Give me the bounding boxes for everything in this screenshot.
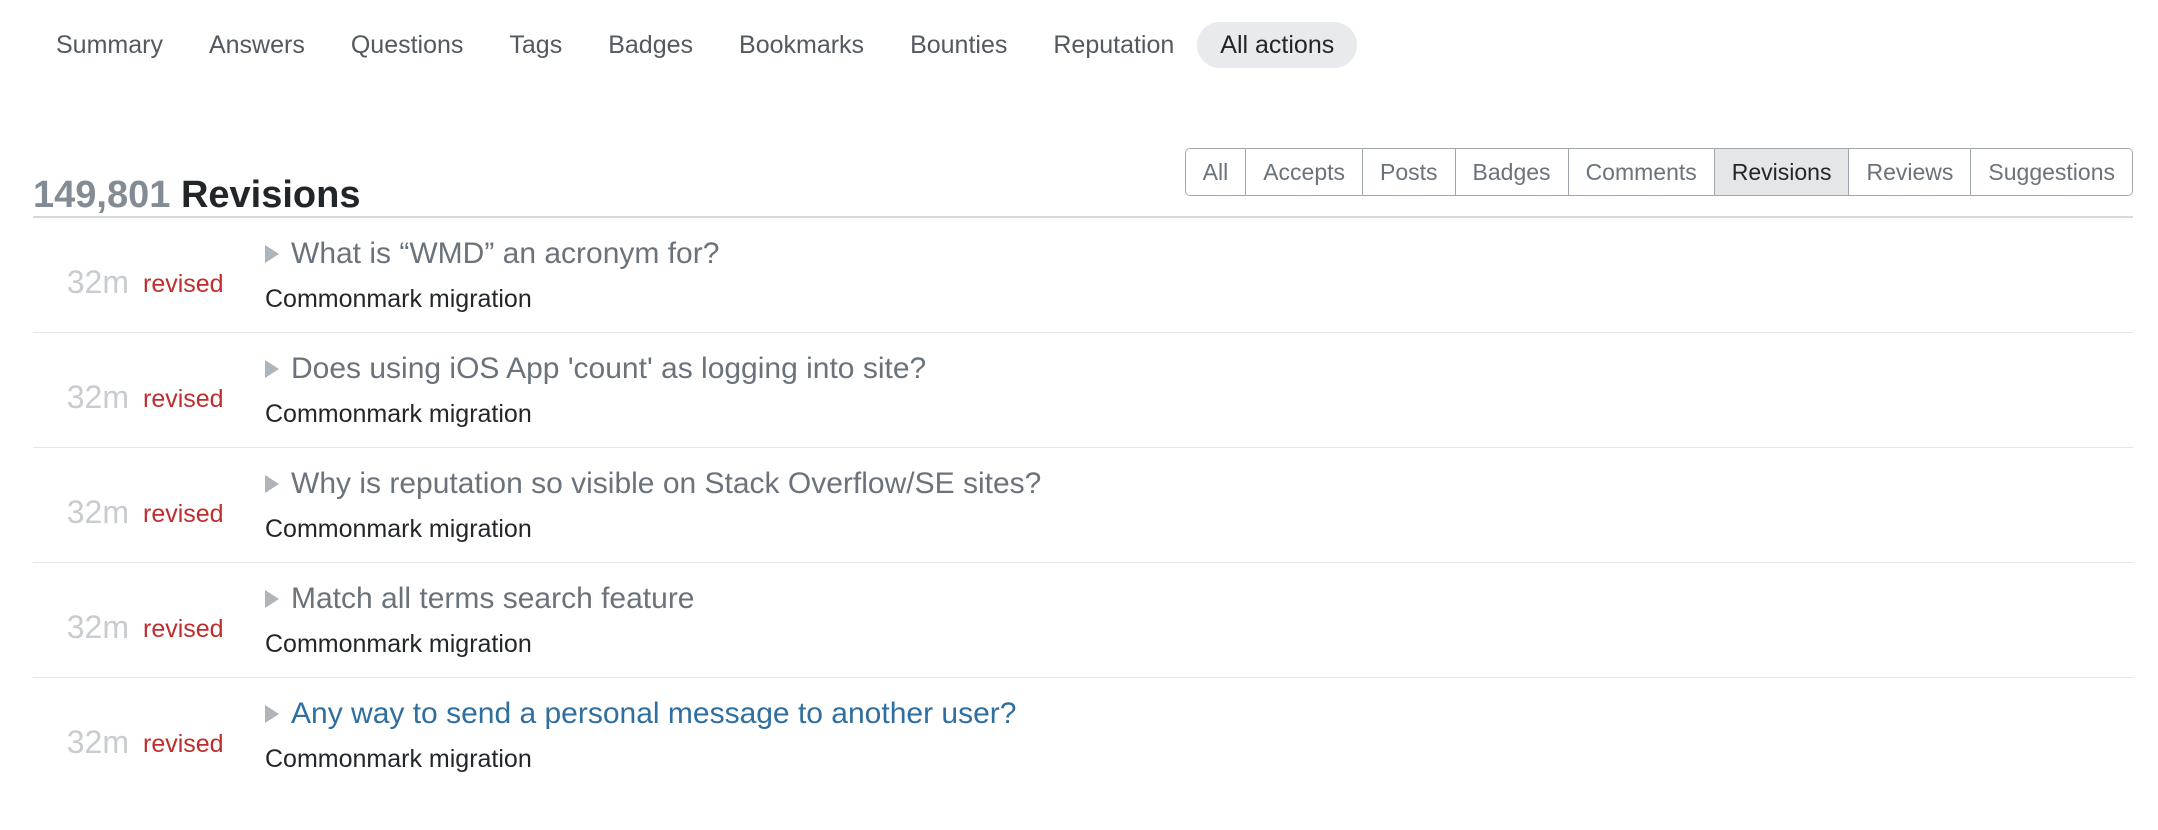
triangle-right-icon[interactable] bbox=[265, 590, 279, 608]
row-revision-comment: Commonmark migration bbox=[265, 745, 532, 773]
triangle-right-icon[interactable] bbox=[265, 360, 279, 378]
row-revision-comment: Commonmark migration bbox=[265, 285, 532, 313]
row-timestamp: 32m bbox=[66, 264, 129, 300]
nav-tab-bookmarks[interactable]: Bookmarks bbox=[716, 22, 887, 68]
filter-button-reviews[interactable]: Reviews bbox=[1848, 149, 1971, 195]
row-action-label[interactable]: revised bbox=[143, 272, 224, 297]
row-action-label[interactable]: revised bbox=[143, 387, 224, 412]
activity-row: 32m revised What is “WMD” an acronym for? C… bbox=[33, 218, 2133, 333]
row-timestamp: 32m bbox=[66, 724, 129, 760]
row-title-line: Why is reputation so visible on Stack Ov… bbox=[265, 462, 2133, 510]
row-revision-comment: Commonmark migration bbox=[265, 515, 532, 543]
row-title-line: Does using iOS App 'count' as logging in… bbox=[265, 347, 2133, 395]
row-post-title[interactable]: Any way to send a personal message to an… bbox=[291, 692, 1016, 736]
nav-tab-questions[interactable]: Questions bbox=[328, 22, 487, 68]
row-body: Why is reputation so visible on Stack Ov… bbox=[265, 462, 2133, 546]
row-timestamp: 32m bbox=[66, 494, 129, 530]
page-title: 149,801 Revisions bbox=[33, 171, 360, 219]
page-title-label: Revisions bbox=[180, 174, 361, 217]
filter-button-suggestions[interactable]: Suggestions bbox=[1970, 149, 2132, 195]
row-post-title[interactable]: Match all terms search feature bbox=[291, 577, 695, 621]
activity-list: 32m revised What is “WMD” an acronym for? C… bbox=[33, 218, 2133, 793]
nav-tab-bounties[interactable]: Bounties bbox=[887, 22, 1030, 68]
activity-row: 32m revised Any way to send a personal mes… bbox=[33, 678, 2133, 793]
nav-tab-badges[interactable]: Badges bbox=[585, 22, 716, 68]
triangle-right-icon[interactable] bbox=[265, 245, 279, 263]
activity-row: 32m revised Match all terms search feature… bbox=[33, 563, 2133, 678]
row-title-line: Match all terms search feature bbox=[265, 577, 2133, 625]
nav-tab-answers[interactable]: Answers bbox=[186, 22, 328, 68]
row-action-label[interactable]: revised bbox=[143, 502, 224, 527]
row-body: Any way to send a personal message to an… bbox=[265, 692, 2133, 776]
filter-button-accepts[interactable]: Accepts bbox=[1245, 149, 1363, 195]
filter-button-posts[interactable]: Posts bbox=[1362, 149, 1455, 195]
row-title-line: What is “WMD” an acronym for? bbox=[265, 232, 2133, 280]
nav-tab-summary[interactable]: Summary bbox=[33, 22, 186, 68]
row-action-label[interactable]: revised bbox=[143, 732, 224, 757]
row-timestamp: 32m bbox=[66, 379, 129, 415]
row-title-line: Any way to send a personal message to an… bbox=[265, 692, 2133, 740]
nav-tab-all-actions[interactable]: All actions bbox=[1197, 22, 1358, 68]
activity-row: 32m revised Why is reputation so visible o… bbox=[33, 448, 2133, 563]
triangle-right-icon[interactable] bbox=[265, 475, 279, 493]
filter-button-revisions[interactable]: Revisions bbox=[1713, 149, 1849, 195]
row-post-title[interactable]: What is “WMD” an acronym for? bbox=[291, 232, 719, 276]
row-timestamp: 32m bbox=[66, 609, 129, 645]
nav-tab-tags[interactable]: Tags bbox=[486, 22, 585, 68]
row-body: Does using iOS App 'count' as logging in… bbox=[265, 347, 2133, 431]
filter-button-all[interactable]: All bbox=[1185, 149, 1246, 195]
triangle-right-icon[interactable] bbox=[265, 705, 279, 723]
row-body: What is “WMD” an acronym for? Commonmark … bbox=[265, 232, 2133, 316]
activity-row: 32m revised Does using iOS App 'count' as … bbox=[33, 333, 2133, 448]
filter-button-badges[interactable]: Badges bbox=[1454, 149, 1568, 195]
row-revision-comment: Commonmark migration bbox=[265, 400, 532, 428]
row-post-title[interactable]: Why is reputation so visible on Stack Ov… bbox=[291, 462, 1041, 506]
row-revision-comment: Commonmark migration bbox=[265, 630, 532, 658]
user-profile-tabs: Summary Answers Questions Tags Badges Bookmar… bbox=[33, 14, 1358, 76]
row-action-label[interactable]: revised bbox=[143, 617, 224, 642]
row-post-title[interactable]: Does using iOS App 'count' as logging in… bbox=[291, 347, 926, 391]
row-body: Match all terms search feature Commonmark… bbox=[265, 577, 2133, 661]
revision-count: 149,801 bbox=[33, 174, 171, 217]
nav-tab-reputation[interactable]: Reputation bbox=[1030, 22, 1197, 68]
filter-button-comments[interactable]: Comments bbox=[1567, 149, 1714, 195]
user-activity-page: Summary Answers Questions Tags Badges Bookmar… bbox=[0, 0, 2158, 830]
activity-filter-group: All Accepts Posts Badges Comments Revisions Re… bbox=[1184, 148, 2133, 196]
activity-header: 149,801 Revisions All Accepts Posts Badges C… bbox=[33, 140, 2133, 216]
